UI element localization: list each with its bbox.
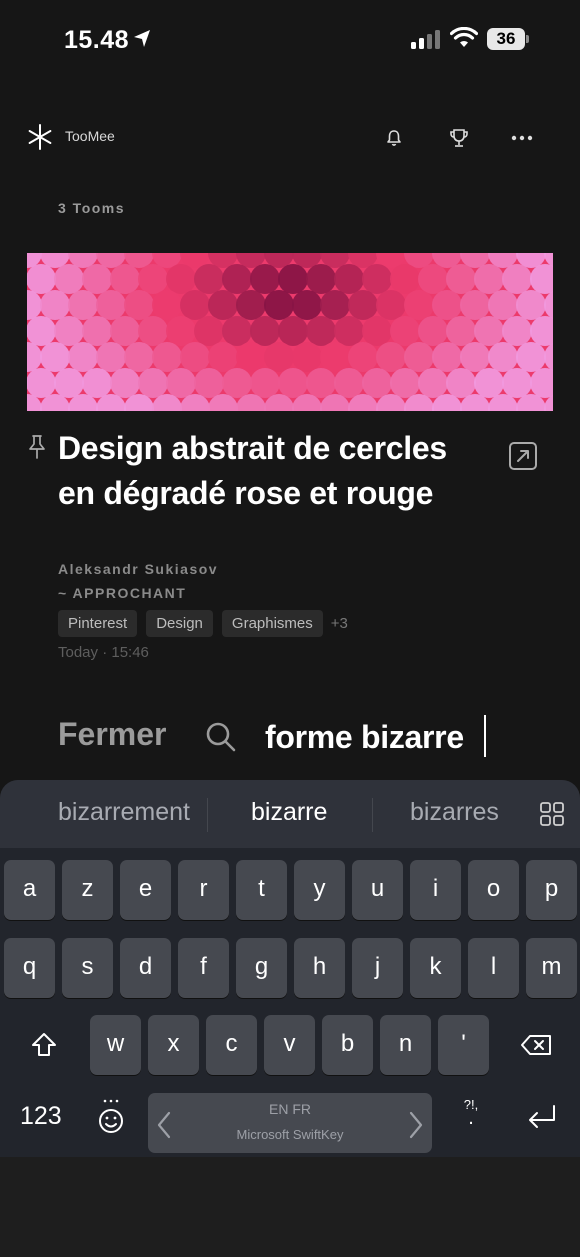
toomee-logo-icon[interactable] — [26, 123, 54, 151]
keyboard: bizarrement bizarre bizarres azertyuiop q… — [0, 780, 580, 1157]
key-s[interactable]: s — [62, 938, 113, 998]
pin-icon[interactable] — [27, 434, 47, 460]
search-input[interactable] — [265, 714, 555, 760]
card-banner-image[interactable] — [27, 253, 553, 411]
key-g[interactable]: g — [236, 938, 287, 998]
open-external-icon[interactable] — [508, 441, 538, 471]
key-m[interactable]: m — [526, 938, 577, 998]
search-icon — [206, 722, 236, 752]
notifications-button[interactable] — [380, 124, 408, 152]
ellipsis-icon — [511, 135, 533, 141]
shift-key[interactable] — [14, 1015, 74, 1075]
home-indicator-area — [0, 1157, 580, 1257]
battery-level: 36 — [487, 28, 525, 50]
key-k[interactable]: k — [410, 938, 461, 998]
key-j[interactable]: j — [352, 938, 403, 998]
wifi-icon — [450, 27, 478, 47]
status-time: 15.48 — [64, 26, 130, 54]
bell-icon — [387, 130, 401, 146]
chevron-right-icon[interactable] — [406, 1110, 426, 1140]
key-apostrophe[interactable]: ' — [438, 1015, 489, 1075]
app-name: TooMee — [65, 128, 115, 144]
key-z[interactable]: z — [62, 860, 113, 920]
tag-chip[interactable]: Design — [146, 610, 213, 637]
key-c[interactable]: c — [206, 1015, 257, 1075]
close-button[interactable]: Fermer — [58, 716, 167, 753]
key-l[interactable]: l — [468, 938, 519, 998]
tag-chip[interactable]: Graphismes — [221, 610, 323, 637]
numbers-key[interactable]: 123 — [20, 1102, 62, 1131]
card-collection: ~ APPROCHANT — [58, 585, 187, 601]
key-o[interactable]: o — [468, 860, 519, 920]
key-w[interactable]: w — [90, 1015, 141, 1075]
card-title[interactable]: Design abstrait de cercles en dégradé ro… — [58, 426, 488, 516]
key-p[interactable]: p — [526, 860, 577, 920]
key-h[interactable]: h — [294, 938, 345, 998]
period-dot: . — [468, 1107, 474, 1129]
suggestion-center[interactable]: bizarre — [251, 798, 327, 827]
key-t[interactable]: t — [236, 860, 287, 920]
card-author: Aleksandr Sukiasov — [58, 561, 219, 577]
emoji-icon[interactable] — [96, 1098, 126, 1134]
location-arrow-icon — [134, 30, 150, 47]
key-b[interactable]: b — [322, 1015, 373, 1075]
suggestion-right[interactable]: bizarres — [410, 798, 499, 827]
status-bar: 15.48 36 — [0, 0, 580, 80]
more-tags-count[interactable]: +3 — [331, 615, 348, 632]
key-y[interactable]: y — [294, 860, 345, 920]
keyboard-brand: Microsoft SwiftKey — [236, 1127, 344, 1142]
key-x[interactable]: x — [148, 1015, 199, 1075]
enter-icon[interactable] — [525, 1102, 559, 1132]
keyboard-language: EN FR — [269, 1101, 311, 1117]
battery-indicator: 36 — [487, 28, 529, 50]
text-caret — [484, 715, 486, 757]
key-i[interactable]: i — [410, 860, 461, 920]
tag-chip[interactable]: Pinterest — [58, 610, 138, 637]
key-v[interactable]: v — [264, 1015, 315, 1075]
more-options-button[interactable] — [508, 124, 536, 152]
card-timestamp: Today · 15:46 — [58, 644, 149, 661]
key-a[interactable]: a — [4, 860, 55, 920]
key-d[interactable]: d — [120, 938, 171, 998]
tooms-count: 3 Tooms — [58, 200, 126, 216]
key-f[interactable]: f — [178, 938, 229, 998]
cellular-signal-icon — [411, 30, 440, 49]
key-u[interactable]: u — [352, 860, 403, 920]
grid-menu-icon[interactable] — [540, 802, 564, 826]
key-e[interactable]: e — [120, 860, 171, 920]
suggestion-divider — [372, 798, 373, 832]
suggestion-divider — [207, 798, 208, 832]
suggestion-bar: bizarrement bizarre bizarres — [0, 780, 580, 848]
suggestion-left[interactable]: bizarrement — [58, 798, 190, 827]
punctuation-key[interactable]: ?!, . — [456, 1098, 486, 1129]
card-tags: Pinterest Design Graphismes +3 — [58, 610, 348, 637]
trophy-icon — [450, 129, 468, 147]
key-r[interactable]: r — [178, 860, 229, 920]
shift-arrow-icon — [32, 1033, 56, 1056]
space-key[interactable]: EN FR Microsoft SwiftKey — [148, 1093, 432, 1153]
backspace-icon — [521, 1035, 551, 1055]
key-q[interactable]: q — [4, 938, 55, 998]
battery-tip — [526, 35, 529, 43]
gradient-circles-artwork — [27, 253, 553, 411]
backspace-key[interactable] — [506, 1015, 566, 1075]
trophy-button[interactable] — [445, 124, 473, 152]
key-n[interactable]: n — [380, 1015, 431, 1075]
